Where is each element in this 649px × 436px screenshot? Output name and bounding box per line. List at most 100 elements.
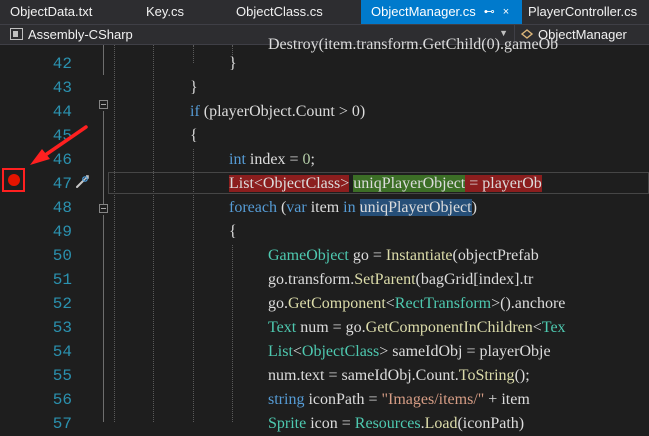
tab-objectmanager-cs[interactable]: ObjectManager.cs ⊷ × (361, 0, 522, 24)
code-text: List<ObjectClass> sameIdObj = playerObje (268, 340, 551, 364)
symbol-highlight: uniqPlayerObject (359, 199, 472, 216)
code-line: 49 { (0, 220, 649, 244)
code-text: Sprite icon = Resources.Load(iconPath) (268, 412, 524, 436)
code-line: 45 { (0, 124, 649, 148)
code-line: 43 } (0, 76, 649, 100)
line-number: 44 (52, 103, 72, 121)
keyword: int (229, 151, 246, 168)
line-number: 50 (52, 247, 72, 265)
line-number: 53 (52, 319, 72, 337)
close-icon[interactable]: × (503, 0, 509, 24)
code-text: (); (514, 367, 530, 384)
pin-icon[interactable]: ⊷ (484, 0, 495, 24)
code-line: 51 go.transform.SetParent(bagGrid[index]… (0, 268, 649, 292)
line-number: 42 (52, 55, 72, 73)
code-text: { (190, 127, 198, 144)
keyword: in (343, 199, 356, 216)
line-number: 56 (52, 391, 72, 409)
code-line: 46 int index = 0; (0, 148, 649, 172)
line-number: 55 (52, 367, 72, 385)
type-name: ObjectClass (301, 343, 380, 360)
tab-key-cs[interactable]: Key.cs (122, 0, 214, 24)
keyword: foreach (229, 199, 277, 216)
method-name: GetComponentInChildren (365, 319, 533, 336)
code-line: 48 foreach (var item in uniqPlayerObject… (0, 196, 649, 220)
line-number: 43 (52, 79, 72, 97)
line-number: 51 (52, 271, 72, 289)
string-literal: "Images/items/" (381, 391, 485, 408)
code-text: foreach (var item in uniqPlayerObject) (229, 196, 477, 220)
tab-label: ObjectManager.cs (371, 4, 476, 19)
type-name: RectTransform (394, 295, 492, 312)
code-text: num = go. (296, 319, 366, 336)
code-text: num.text = sameIdObj.Count.ToString(); (268, 364, 530, 388)
breakpoint-icon[interactable] (8, 174, 20, 186)
code-text: iconPath = (304, 391, 382, 408)
line-number: 48 (52, 199, 72, 217)
code-text: index = (245, 151, 303, 168)
tab-objectdata-txt[interactable]: ObjectData.txt (0, 0, 122, 24)
code-text: num.text = sameIdObj.Count. (268, 367, 459, 384)
code-text: go. (268, 295, 288, 312)
annotation-arrow-icon (30, 125, 88, 165)
type-name: Sprite (268, 415, 307, 432)
code-text: go.GetComponent<RectTransform>().anchore (268, 292, 565, 316)
code-editor[interactable]: Destroy(item.transform.GetChild(0).gameO… (0, 36, 649, 433)
code-text: go = (348, 247, 386, 264)
type-name: Tex (541, 319, 566, 336)
type-name: GameObject (268, 247, 349, 264)
code-text: item (306, 199, 344, 216)
tab-label: ObjectData.txt (10, 4, 93, 19)
method-name: Instantiate (385, 247, 453, 264)
keyword: if (190, 103, 200, 120)
document-tab-bar: ObjectData.txt Key.cs ObjectClass.cs Obj… (0, 0, 649, 24)
code-line: 50 GameObject go = Instantiate(objectPre… (0, 244, 649, 268)
code-text: ) (471, 199, 477, 216)
code-line: 52 go.GetComponent<RectTransform>().anch… (0, 292, 649, 316)
code-text: } (229, 55, 237, 72)
type-name: List (268, 343, 293, 360)
tab-objectclass-cs[interactable]: ObjectClass.cs (214, 0, 361, 24)
method-name: ToString (458, 367, 515, 384)
code-text: > sameIdObj = playerObje (379, 343, 551, 360)
code-text: icon = (306, 415, 355, 432)
tab-label: ObjectClass.cs (236, 4, 323, 19)
code-line: 42 } (0, 52, 649, 76)
code-text: string iconPath = "Images/items/" + item (268, 388, 530, 412)
code-text: (objectPrefab (452, 247, 539, 264)
type-name: Resources (354, 415, 421, 432)
code-text: (iconPath) (457, 415, 525, 432)
tab-label: PlayerController.cs (528, 4, 638, 19)
code-line: 56 string iconPath = "Images/items/" + i… (0, 388, 649, 412)
code-text: + item (484, 391, 530, 408)
line-number: 52 (52, 295, 72, 313)
line-number: 47 (52, 175, 72, 193)
tab-playercontroller-cs[interactable]: PlayerController.cs (522, 0, 649, 24)
code-text: go.transform.SetParent(bagGrid[index].tr (268, 268, 533, 292)
tab-label: Key.cs (146, 4, 185, 19)
line-number: 49 (52, 223, 72, 241)
keyword: string (268, 391, 305, 408)
breakpoint-highlight: List<ObjectClass> (229, 175, 350, 192)
code-text: GameObject go = Instantiate(objectPrefab (268, 244, 539, 268)
method-name: SetParent (354, 271, 416, 288)
code-line: 54 List<ObjectClass> sameIdObj = playerO… (0, 340, 649, 364)
method-name: GetComponent (288, 295, 386, 312)
type-name: Text (268, 319, 297, 336)
quick-actions-icon[interactable] (74, 174, 90, 190)
code-text: >().anchore (491, 295, 566, 312)
code-text: < (385, 295, 395, 312)
code-text: (playerObject.Count > 0) (199, 103, 366, 120)
code-text: Text num = go.GetComponentInChildren<Tex (268, 316, 566, 340)
code-text: (bagGrid[index].tr (415, 271, 534, 288)
code-line-breakpoint: 47 List<ObjectClass> uniqPlayerObject = … (0, 172, 649, 196)
code-line: 55 num.text = sameIdObj.Count.ToString()… (0, 364, 649, 388)
code-text: List<ObjectClass> uniqPlayerObject = pla… (229, 172, 542, 196)
code-text: } (190, 79, 198, 96)
code-text: ( (276, 199, 287, 216)
code-line: 53 Text num = go.GetComponentInChildren<… (0, 316, 649, 340)
code-text: int index = 0; (229, 148, 315, 172)
line-number: 57 (52, 415, 72, 433)
code-text: < (532, 319, 542, 336)
symbol-highlight: uniqPlayerObject (353, 175, 466, 192)
